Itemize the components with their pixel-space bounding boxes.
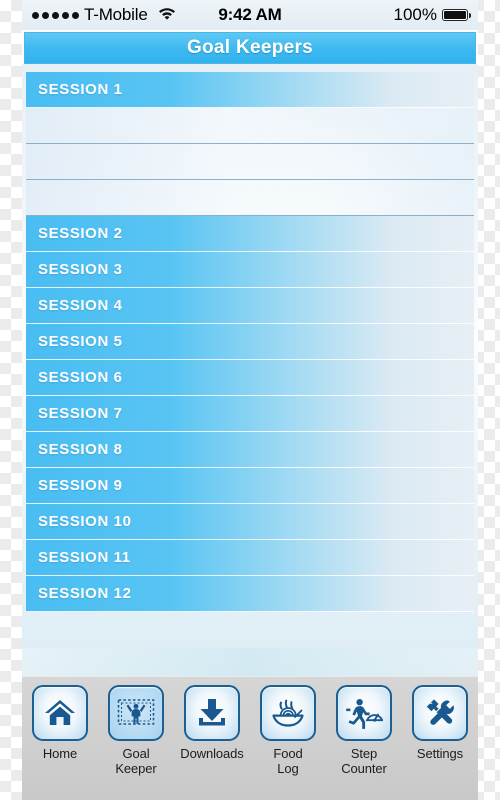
session-row-label: SESSION 3 [38, 261, 123, 278]
session-row[interactable]: SESSION 7 [26, 396, 474, 432]
session-row[interactable]: SESSION 5 [26, 324, 474, 360]
carrier-label: T-Mobile [84, 5, 148, 24]
session-row-label: SESSION 1 [38, 81, 123, 98]
session-row[interactable]: SESSION 6 [26, 360, 474, 396]
tab-label: Food Log [273, 746, 303, 776]
session-row[interactable]: SESSION 11 [26, 540, 474, 576]
signal-strength-dots [32, 11, 79, 19]
session-row[interactable]: SESSION 9 [26, 468, 474, 504]
session-row-label: SESSION 9 [38, 477, 123, 494]
session-row[interactable]: SESSION 8 [26, 432, 474, 468]
session-row[interactable]: SESSION 2 [26, 216, 474, 252]
battery-full-icon [442, 9, 471, 21]
session-detail-row[interactable] [26, 108, 474, 144]
session-row-label: SESSION 12 [38, 585, 132, 602]
tab-bar: Home Goal Keeper Downloads Food Log Step Counte… [22, 676, 478, 800]
session-expanded-panel [22, 108, 478, 216]
goal-keeper-icon[interactable] [108, 685, 164, 741]
session-detail-row[interactable] [26, 180, 474, 216]
session-row[interactable]: SESSION 4 [26, 288, 474, 324]
session-row-label: SESSION 5 [38, 333, 123, 350]
runner-gauge-icon[interactable] [336, 685, 392, 741]
session-list-scroll-area[interactable]: SESSION 1 SESSION 2 SESSION 3 SESSION 4 SESS… [22, 64, 478, 708]
food-bowl-icon[interactable] [260, 685, 316, 741]
status-bar: T-Mobile 9:42 AM 100% [22, 0, 478, 30]
status-bar-right: 100% [393, 5, 471, 25]
download-icon[interactable] [184, 685, 240, 741]
session-row-label: SESSION 11 [38, 549, 131, 566]
session-row-label: SESSION 10 [38, 513, 132, 530]
wifi-icon [157, 5, 177, 25]
session-row-label: SESSION 6 [38, 369, 123, 386]
tab-downloads[interactable]: Downloads [174, 685, 250, 761]
session-row-label: SESSION 8 [38, 441, 123, 458]
session-row[interactable]: SESSION 3 [26, 252, 474, 288]
tab-label: Downloads [180, 746, 244, 761]
phone-screen: T-Mobile 9:42 AM 100% Goal Keepers SESSI… [22, 0, 478, 800]
tab-goal-keeper[interactable]: Goal Keeper [98, 685, 174, 776]
tab-settings[interactable]: Settings [402, 685, 478, 761]
tab-food-log[interactable]: Food Log [250, 685, 326, 776]
tab-label: Home [42, 746, 78, 761]
nav-bar: Goal Keepers [24, 32, 476, 64]
session-detail-row[interactable] [26, 144, 474, 180]
session-row-label: SESSION 7 [38, 405, 123, 422]
session-row[interactable]: SESSION 10 [26, 504, 474, 540]
tab-label: Step Counter [341, 746, 387, 776]
session-row[interactable]: SESSION 12 [26, 576, 474, 612]
tab-label: Goal Keeper [115, 746, 157, 776]
tab-home[interactable]: Home [22, 685, 98, 761]
tab-label: Settings [416, 746, 464, 761]
home-icon[interactable] [32, 685, 88, 741]
tab-step-counter[interactable]: Step Counter [326, 685, 402, 776]
tools-icon[interactable] [412, 685, 468, 741]
session-row-label: SESSION 2 [38, 225, 123, 242]
status-bar-left: T-Mobile [32, 5, 177, 25]
session-row-label: SESSION 4 [38, 297, 123, 314]
session-list: SESSION 1 SESSION 2 SESSION 3 SESSION 4 SESS… [22, 64, 478, 612]
battery-percent-label: 100% [393, 5, 437, 24]
page-title: Goal Keepers [186, 37, 314, 58]
session-row[interactable]: SESSION 1 [26, 72, 474, 108]
